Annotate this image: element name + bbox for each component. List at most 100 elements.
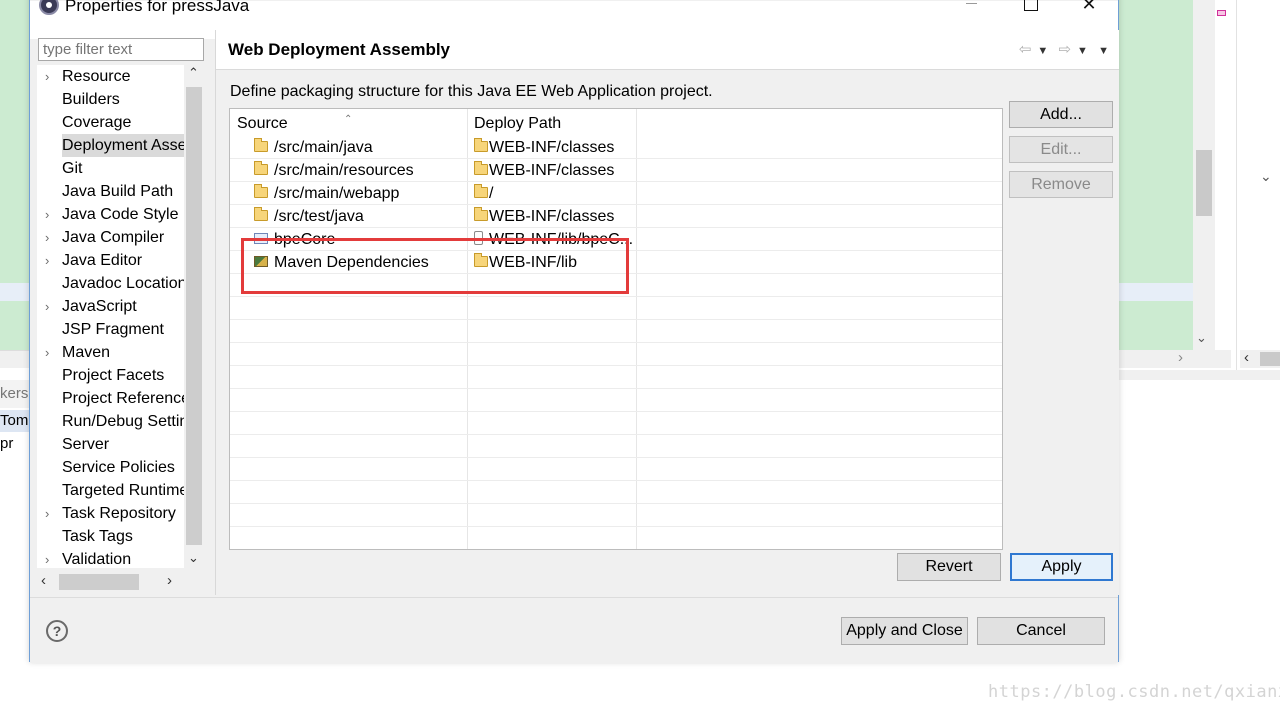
cancel-button[interactable]: Cancel (977, 617, 1105, 645)
table-row (230, 458, 1002, 481)
filter-input[interactable] (38, 38, 204, 61)
chevron-left-icon[interactable]: ‹ (1244, 349, 1249, 366)
tree-item[interactable]: › Task Repository (37, 502, 197, 525)
tree-item-label: JavaScript (62, 298, 137, 315)
help-icon[interactable]: ? (46, 620, 68, 642)
table-row (230, 527, 1002, 549)
source-label: /src/main/webapp (274, 185, 400, 202)
tree-item-label: Validation (62, 551, 132, 568)
dialog-footer: ? Apply and Close Cancel (30, 597, 1118, 663)
close-icon: ✕ (1081, 0, 1097, 14)
tree-item[interactable]: › Validation (37, 548, 197, 568)
property-page: Web Deployment Assembly ⇦ ▼ ⇨ ▼ ▼ Define p… (215, 30, 1119, 595)
page-description: Define packaging structure for this Java… (230, 83, 713, 100)
deploy-path-label: WEB-INF/classes (489, 162, 615, 179)
project-item-fragment[interactable]: pr (0, 433, 30, 455)
folder-icon (474, 184, 488, 198)
outline-hscrollbar[interactable]: ‹ (1240, 349, 1280, 368)
tree-item[interactable]: Service Policies (37, 456, 197, 479)
chevron-right-icon[interactable]: › (45, 203, 57, 226)
chevron-right-icon[interactable]: › (45, 249, 57, 272)
tree-item[interactable]: JSP Fragment (37, 318, 197, 341)
view-menu-icon[interactable]: ▼ (1098, 45, 1109, 57)
deploy-path-cell: WEB-INF/classes (472, 136, 634, 159)
chevron-right-icon[interactable]: › (167, 572, 172, 589)
chevron-left-icon[interactable]: ‹ (41, 572, 46, 589)
tree-vscrollbar-thumb[interactable] (186, 87, 202, 545)
tree-hscrollbar-thumb[interactable] (59, 574, 139, 590)
tree-hscrollbar[interactable]: ‹ › (37, 572, 204, 592)
chevron-down-icon[interactable]: ⌄ (188, 550, 199, 566)
table-row[interactable]: /src/test/java WEB-INF/classes (230, 205, 1002, 228)
chevron-down-icon[interactable]: ⌄ (1196, 330, 1207, 346)
editor-current-line-right (1119, 283, 1193, 301)
add-button[interactable]: Add... (1009, 101, 1113, 128)
tree-item[interactable]: › Maven (37, 341, 197, 364)
tree-item[interactable]: Task Tags (37, 525, 197, 548)
tree-item[interactable]: › JavaScript (37, 295, 197, 318)
tree-item[interactable]: › Java Code Style (37, 203, 197, 226)
tree-item[interactable]: Javadoc Location (37, 272, 197, 295)
source-cell: /src/main/resources (254, 159, 414, 182)
tree-item[interactable]: Run/Debug Settings (37, 410, 197, 433)
back-dropdown-icon[interactable]: ▼ (1037, 45, 1048, 57)
chevron-right-icon[interactable]: › (1178, 349, 1183, 366)
tree-item[interactable]: › Java Editor (37, 249, 197, 272)
deploy-path-label: WEB-INF/classes (489, 208, 615, 225)
chevron-right-icon[interactable]: › (45, 295, 57, 318)
tree-item-label: Git (62, 160, 83, 177)
deploy-path-cell: WEB-INF/classes (472, 205, 634, 228)
maximize-button[interactable] (1007, 0, 1053, 19)
table-row[interactable]: /src/main/java WEB-INF/classes (230, 136, 1002, 159)
minimize-button[interactable] (948, 0, 994, 19)
chevron-up-icon[interactable]: ⌃ (188, 65, 199, 81)
tree-item[interactable]: Coverage (37, 111, 197, 134)
property-page-tree: › Resource Builders Coverage Deployment Asse… (37, 65, 204, 568)
table-row (230, 435, 1002, 458)
tree-item[interactable]: › Java Compiler (37, 226, 197, 249)
chevron-right-icon[interactable]: › (45, 226, 57, 249)
editor-hscrollbar-left[interactable] (0, 350, 30, 368)
apply-button[interactable]: Apply (1010, 553, 1113, 581)
chevron-right-icon[interactable]: › (45, 341, 57, 364)
tree-item[interactable]: › Resource (37, 65, 197, 88)
folder-icon (254, 138, 268, 152)
edit-button[interactable]: Edit... (1009, 136, 1113, 163)
outline-hscrollbar-thumb[interactable] (1260, 352, 1280, 366)
tree-item[interactable]: Project References (37, 387, 197, 410)
page-navigation: ⇦ ▼ ⇨ ▼ ▼ (1013, 40, 1109, 58)
markers-tab-fragment[interactable]: kers (0, 380, 30, 408)
remove-button[interactable]: Remove (1009, 171, 1113, 198)
tree-item[interactable]: Server (37, 433, 197, 456)
editor-hscrollbar-right[interactable] (1119, 350, 1231, 368)
tree-item[interactable]: Deployment Assembly (37, 134, 197, 157)
forward-dropdown-icon[interactable]: ▼ (1077, 45, 1088, 57)
tree-item[interactable]: Builders (37, 88, 197, 111)
chevron-right-icon[interactable]: › (45, 548, 57, 568)
column-header-source[interactable]: Source ⌃ (230, 109, 467, 136)
editor-vscrollbar-thumb[interactable] (1196, 150, 1212, 216)
servers-item-fragment[interactable]: Tomc (0, 410, 30, 432)
tree-item[interactable]: Targeted Runtimes (37, 479, 197, 502)
chevron-right-icon[interactable]: › (45, 502, 57, 525)
source-label: /src/test/java (274, 208, 364, 225)
forward-arrow-icon[interactable]: ⇨ (1058, 41, 1071, 58)
chevron-down-icon[interactable]: ⌄ (1260, 168, 1272, 185)
tree-vscrollbar[interactable]: ⌃ ⌄ (184, 65, 204, 568)
table-row (230, 297, 1002, 320)
revert-button[interactable]: Revert (897, 553, 1001, 581)
editor-current-line-left (0, 283, 30, 301)
close-button[interactable]: ✕ (1066, 0, 1112, 19)
tree-item-label: Server (62, 436, 110, 453)
tree-item[interactable]: Git (37, 157, 197, 180)
tree-item-label: Task Repository (62, 505, 176, 522)
tree-item[interactable]: Project Facets (37, 364, 197, 387)
back-arrow-icon[interactable]: ⇦ (1019, 41, 1032, 58)
chevron-right-icon[interactable]: › (45, 65, 57, 88)
column-header-deploy-path[interactable]: Deploy Path (467, 109, 636, 136)
apply-and-close-button[interactable]: Apply and Close (841, 617, 968, 645)
tree-item-label: JSP Fragment (62, 321, 164, 338)
table-row[interactable]: /src/main/webapp / (230, 182, 1002, 205)
table-row[interactable]: /src/main/resources WEB-INF/classes (230, 159, 1002, 182)
tree-item[interactable]: Java Build Path (37, 180, 197, 203)
